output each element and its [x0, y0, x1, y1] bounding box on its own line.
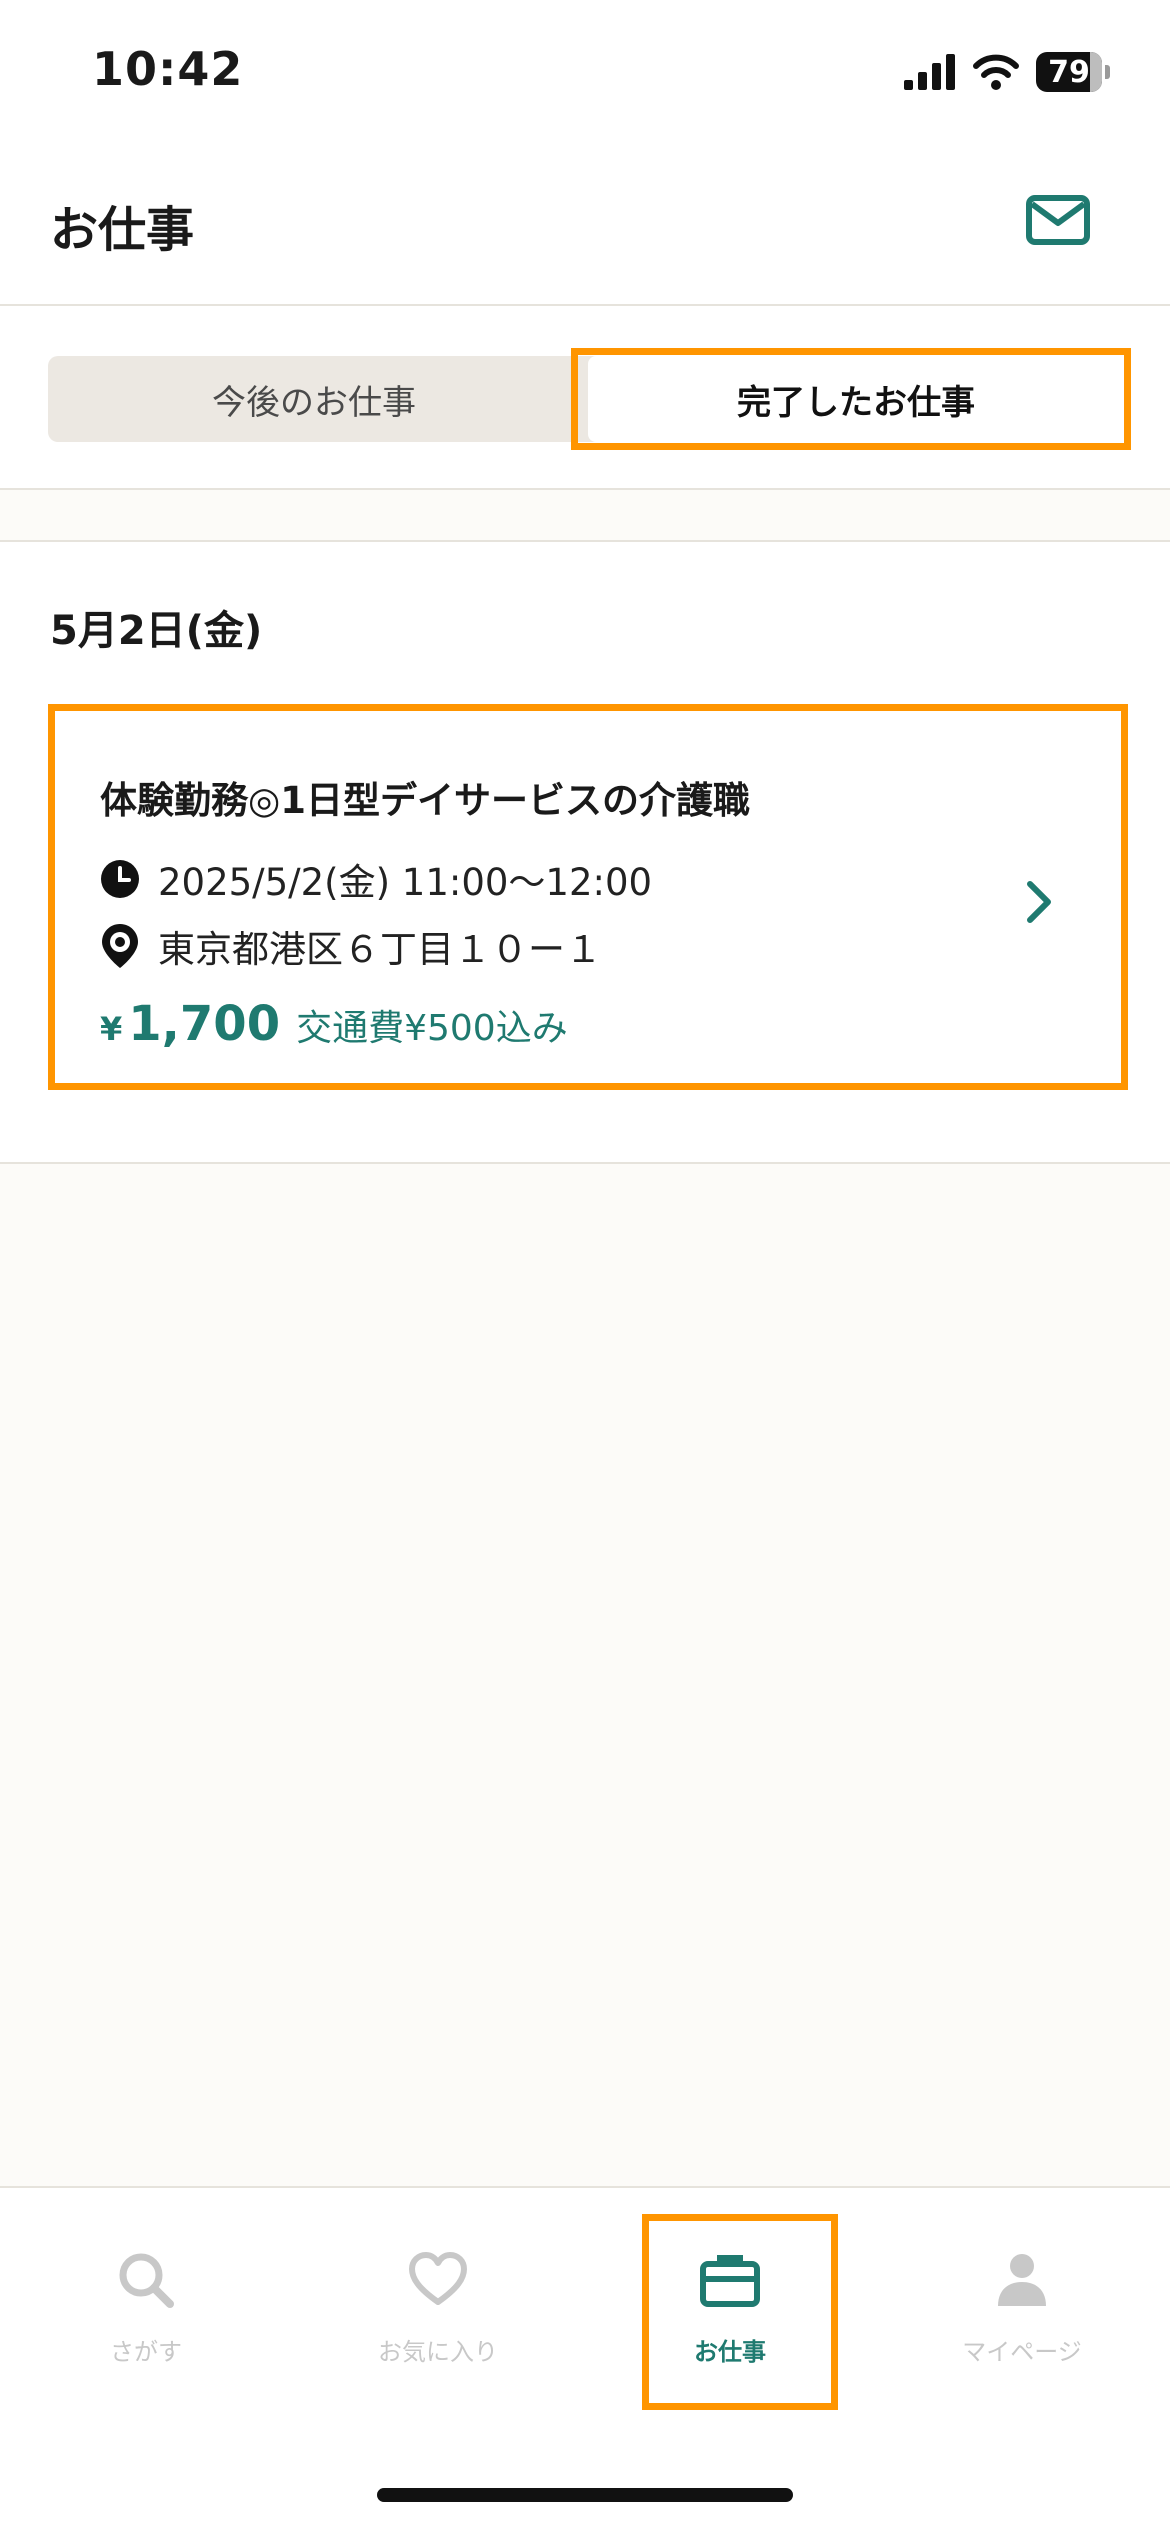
date-heading: 5月2日(金) — [50, 608, 263, 654]
search-icon — [119, 2253, 174, 2308]
briefcase-icon — [700, 2255, 760, 2307]
tab-jobs-label: お仕事 — [694, 2338, 766, 2366]
location-pin-icon — [102, 924, 138, 968]
wage-currency: ¥ — [100, 1010, 123, 1048]
mail-icon — [1026, 195, 1090, 245]
tab-search[interactable]: さがす — [0, 2248, 292, 2367]
job-location-row: 東京都港区６丁目１０ー１ — [100, 919, 602, 973]
chevron-right-icon — [1027, 881, 1051, 923]
heart-icon — [409, 2252, 467, 2305]
segment-area: 今後のお仕事 完了したお仕事 — [0, 306, 1170, 490]
tab-search-label: さがす — [110, 2338, 182, 2366]
page-title: お仕事 — [50, 202, 195, 258]
status-icons: 79 — [904, 52, 1110, 92]
mail-button[interactable] — [1026, 195, 1090, 245]
clock-icon — [101, 860, 139, 898]
job-datetime-row: 2025/5/2(金) 11:00〜12:00 — [100, 852, 652, 906]
header: お仕事 — [0, 150, 1170, 306]
wifi-icon — [973, 54, 1019, 90]
battery-level: 79 — [1048, 54, 1090, 90]
wage-amount: 1,700 — [128, 996, 281, 1052]
battery-indicator: 79 — [1036, 52, 1110, 92]
job-wage: ¥ 1,700 交通費¥500込み — [100, 996, 568, 1052]
segmented-control: 今後のお仕事 完了したお仕事 — [48, 356, 1124, 442]
job-datetime: 2025/5/2(金) 11:00〜12:00 — [158, 861, 653, 904]
job-location: 東京都港区６丁目１０ー１ — [158, 928, 602, 971]
job-title: 体験勤務◎1日型デイサービスの介護職 — [100, 779, 751, 822]
transport-fare-note: 交通費¥500込み — [296, 1008, 568, 1049]
home-indicator — [377, 2488, 793, 2502]
status-time: 10:42 — [92, 42, 244, 96]
job-list-section: 5月2日(金) 体験勤務◎1日型デイサービスの介護職 2025/5/2(金) 1… — [0, 540, 1170, 1164]
tab-jobs[interactable]: お仕事 — [584, 2248, 876, 2367]
person-icon — [998, 2254, 1046, 2306]
tab-mypage-label: マイページ — [962, 2338, 1082, 2366]
status-bar: 10:42 79 — [0, 0, 1170, 150]
tab-mypage[interactable]: マイページ — [876, 2248, 1168, 2367]
bottom-tab-bar: さがす お気に入り お仕事 マイページ — [0, 2186, 1170, 2534]
job-card[interactable]: 体験勤務◎1日型デイサービスの介護職 2025/5/2(金) 11:00〜12:… — [56, 712, 1114, 1082]
signal-icon — [904, 54, 955, 90]
tab-completed-jobs[interactable]: 完了したお仕事 — [588, 356, 1124, 442]
tab-favorites-label: お気に入り — [378, 2338, 498, 2366]
tab-favorites[interactable]: お気に入り — [292, 2248, 584, 2367]
tab-upcoming-jobs[interactable]: 今後のお仕事 — [48, 356, 580, 442]
